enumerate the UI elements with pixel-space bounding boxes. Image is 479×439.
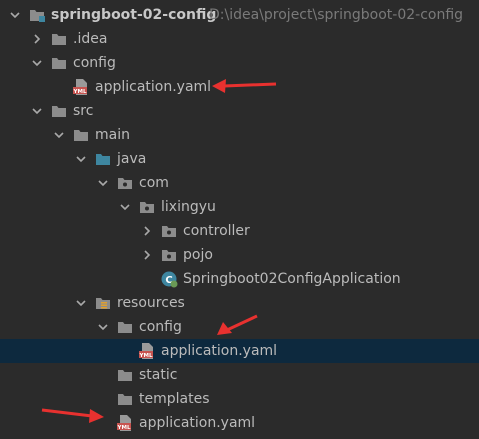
tree-item-label: Springboot02ConfigApplication: [183, 271, 401, 287]
chevron-down-icon[interactable]: [28, 102, 46, 120]
chevron-down-icon[interactable]: [6, 6, 24, 24]
chevron-right-icon[interactable]: [138, 246, 156, 264]
tree-row[interactable]: config: [0, 315, 479, 339]
tree-row[interactable]: pojo: [0, 243, 479, 267]
folder-icon: [50, 102, 68, 120]
folder-icon: [50, 30, 68, 48]
tree-row[interactable]: templates: [0, 387, 479, 411]
tree-row[interactable]: controller: [0, 219, 479, 243]
svg-text:YML: YML: [139, 353, 153, 359]
tree-item-label: pojo: [183, 247, 213, 263]
chevron-down-icon[interactable]: [50, 126, 68, 144]
chevron-right-icon[interactable]: [138, 222, 156, 240]
chevron-down-icon[interactable]: [28, 54, 46, 72]
chevron-down-icon[interactable]: [72, 150, 90, 168]
tree-item-label: config: [139, 319, 182, 335]
folder-icon: [116, 318, 134, 336]
tree-row[interactable]: YML application.yaml: [0, 75, 479, 99]
chevron-down-icon[interactable]: [116, 198, 134, 216]
package-icon: [160, 246, 178, 264]
tree-row[interactable]: .idea: [0, 27, 479, 51]
package-icon: [138, 198, 156, 216]
tree-item-label: src: [73, 103, 94, 119]
tree-row[interactable]: resources: [0, 291, 479, 315]
folder-icon: [116, 390, 134, 408]
module-folder-icon: [28, 6, 46, 24]
source-root-folder-icon: [94, 150, 112, 168]
chevron-down-icon[interactable]: [72, 294, 90, 312]
tree-item-label: java: [117, 151, 147, 167]
project-path: D:\idea\project\springboot-02-config: [209, 7, 464, 23]
tree-item-label: springboot-02-config: [51, 7, 217, 23]
tree-item-label: controller: [183, 223, 250, 239]
tree-row[interactable]: YML application.yaml: [0, 411, 479, 435]
yaml-file-icon: YML: [116, 414, 134, 432]
project-tree: springboot-02-config D:\idea\project\spri…: [0, 0, 479, 439]
tree-item-label: main: [95, 127, 130, 143]
tree-item-label: application.yaml: [95, 79, 212, 95]
tree-item-label: resources: [117, 295, 185, 311]
yaml-file-icon: YML: [138, 342, 156, 360]
tree-row[interactable]: main: [0, 123, 479, 147]
tree-item-label: static: [139, 367, 178, 383]
spring-boot-class-icon: C: [160, 270, 178, 288]
tree-row[interactable]: src: [0, 99, 479, 123]
chevron-down-icon[interactable]: [94, 318, 112, 336]
folder-icon: [116, 366, 134, 384]
svg-text:YML: YML: [117, 425, 131, 431]
chevron-right-icon[interactable]: [28, 30, 46, 48]
yaml-file-icon: YML: [72, 78, 90, 96]
tree-row[interactable]: C Springboot02ConfigApplication: [0, 267, 479, 291]
folder-icon: [72, 126, 90, 144]
tree-row[interactable]: static: [0, 363, 479, 387]
tree-row[interactable]: config: [0, 51, 479, 75]
package-icon: [160, 222, 178, 240]
tree-row[interactable]: lixingyu: [0, 195, 479, 219]
tree-row[interactable]: YML application.yaml: [0, 339, 479, 363]
tree-item-label: .idea: [73, 31, 108, 47]
chevron-down-icon[interactable]: [94, 174, 112, 192]
tree-item-label: config: [73, 55, 116, 71]
tree-row[interactable]: com: [0, 171, 479, 195]
folder-icon: [50, 54, 68, 72]
package-icon: [116, 174, 134, 192]
tree-item-label: com: [139, 175, 169, 191]
svg-text:YML: YML: [73, 89, 87, 95]
resources-folder-icon: [94, 294, 112, 312]
tree-item-label: application.yaml: [139, 415, 256, 431]
tree-item-label: lixingyu: [161, 199, 216, 215]
tree-item-label: application.yaml: [161, 343, 278, 359]
tree-item-label: templates: [139, 391, 210, 407]
tree-row[interactable]: springboot-02-config D:\idea\project\spri…: [0, 3, 479, 27]
tree-row[interactable]: java: [0, 147, 479, 171]
